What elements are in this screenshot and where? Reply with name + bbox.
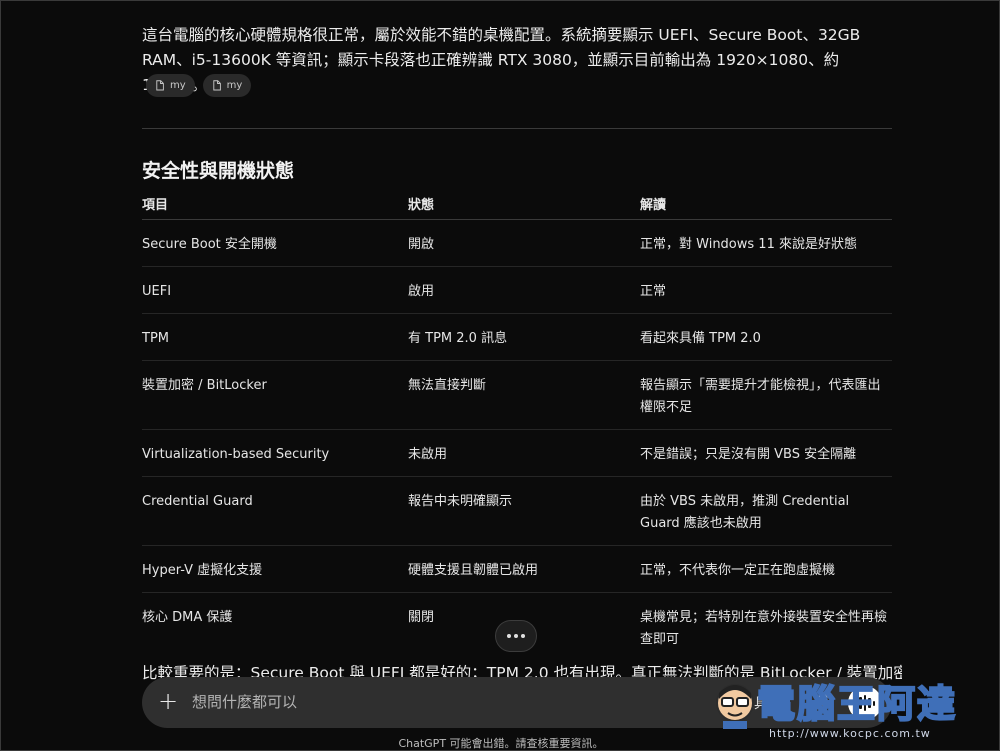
table-cell: 裝置加密 / BitLocker bbox=[142, 360, 408, 430]
column-header-status: 狀態 bbox=[408, 191, 640, 220]
composer-bar: + 工具 bbox=[142, 677, 892, 728]
table-cell: 報告顯示「需要提升才能檢視」，代表匯出權限不足 bbox=[640, 360, 892, 430]
waveform-icon bbox=[854, 700, 858, 706]
column-header-item: 項目 bbox=[142, 191, 408, 220]
security-table: 項目 狀態 解讀 Secure Boot 安全開機 開啟 正常，對 Window… bbox=[142, 191, 892, 661]
table-cell: UEFI bbox=[142, 266, 408, 314]
source-chip[interactable]: my bbox=[202, 74, 252, 97]
table-cell: Hyper-V 虛擬化支援 bbox=[142, 545, 408, 593]
voice-mode-button[interactable] bbox=[848, 686, 882, 720]
table-cell: 硬體支援且韌體已啟用 bbox=[408, 545, 640, 593]
dot-icon bbox=[507, 634, 511, 638]
table-row: Hyper-V 虛擬化支援 硬體支援且韌體已啟用 正常，不代表你一定正在跑虛擬機 bbox=[142, 545, 892, 593]
section-title: 安全性與開機狀態 bbox=[142, 160, 295, 182]
table-row: UEFI 啟用 正常 bbox=[142, 266, 892, 314]
table-cell: 開啟 bbox=[408, 219, 640, 267]
table-row: Credential Guard 報告中未明確顯示 由於 VBS 未啟用，推測 … bbox=[142, 476, 892, 546]
table-cell: 桌機常見；若特別在意外接裝置安全性再檢查即可 bbox=[640, 609, 888, 647]
table-cell: 核心 DMA 保護 bbox=[142, 609, 233, 625]
source-chip-label: my bbox=[226, 80, 243, 91]
table-cell: 有 TPM 2.0 訊息 bbox=[408, 313, 640, 361]
table-cell: Secure Boot 安全開機 bbox=[142, 219, 408, 267]
table-cell: Virtualization-based Security bbox=[142, 429, 408, 477]
table-cell: TPM bbox=[142, 313, 408, 361]
table-cell: 報告中未明確顯示 bbox=[408, 476, 640, 546]
source-chip[interactable]: my bbox=[146, 74, 195, 97]
dot-icon bbox=[514, 634, 518, 638]
prompt-input[interactable] bbox=[192, 691, 712, 713]
source-chip-label: my bbox=[170, 80, 186, 91]
section-divider bbox=[142, 128, 892, 129]
table-cell: 無法直接判斷 bbox=[408, 360, 640, 430]
plus-icon[interactable]: + bbox=[156, 689, 180, 714]
table-cell: 正常，對 Windows 11 來說是好狀態 bbox=[640, 219, 892, 267]
microphone-icon[interactable] bbox=[814, 692, 832, 714]
table-row: 裝置加密 / BitLocker 無法直接判斷 報告顯示「需要提升才能檢視」，代… bbox=[142, 360, 892, 430]
table-cell: 由於 VBS 未啟用，推測 Credential Guard 應該也未啟用 bbox=[640, 476, 892, 546]
tools-button[interactable]: 工具 bbox=[740, 693, 768, 713]
file-icon bbox=[156, 80, 164, 91]
table-row: Secure Boot 安全開機 開啟 正常，對 Windows 11 來說是好… bbox=[142, 219, 892, 267]
table-cell: Credential Guard bbox=[142, 476, 408, 546]
table-cell: 正常，不代表你一定正在跑虛擬機 bbox=[640, 545, 892, 593]
table-header-row: 項目 狀態 解讀 bbox=[142, 191, 892, 220]
column-header-interpretation: 解讀 bbox=[640, 191, 892, 220]
more-options-button[interactable] bbox=[495, 620, 537, 652]
table-cell: 啟用 bbox=[408, 266, 640, 314]
file-icon bbox=[213, 80, 221, 91]
assistant-message-text: 這台電腦的核心硬體規格很正常，屬於效能不錯的桌機配置。系統摘要顯示 UEFI、S… bbox=[142, 26, 861, 94]
table-cell: 看起來具備 TPM 2.0 bbox=[640, 313, 892, 361]
table-row: TPM 有 TPM 2.0 訊息 看起來具備 TPM 2.0 bbox=[142, 313, 892, 361]
source-chips: my my bbox=[146, 74, 252, 97]
table-cell: 未啟用 bbox=[408, 429, 640, 477]
table-cell: 正常 bbox=[640, 266, 892, 314]
dot-icon bbox=[521, 634, 525, 638]
table-cell: 不是錯誤；只是沒有開 VBS 安全隔離 bbox=[640, 429, 892, 477]
table-row: Virtualization-based Security 未啟用 不是錯誤；只… bbox=[142, 429, 892, 477]
disclaimer-text: ChatGPT 可能會出錯。請查核重要資訊。 bbox=[398, 737, 604, 750]
